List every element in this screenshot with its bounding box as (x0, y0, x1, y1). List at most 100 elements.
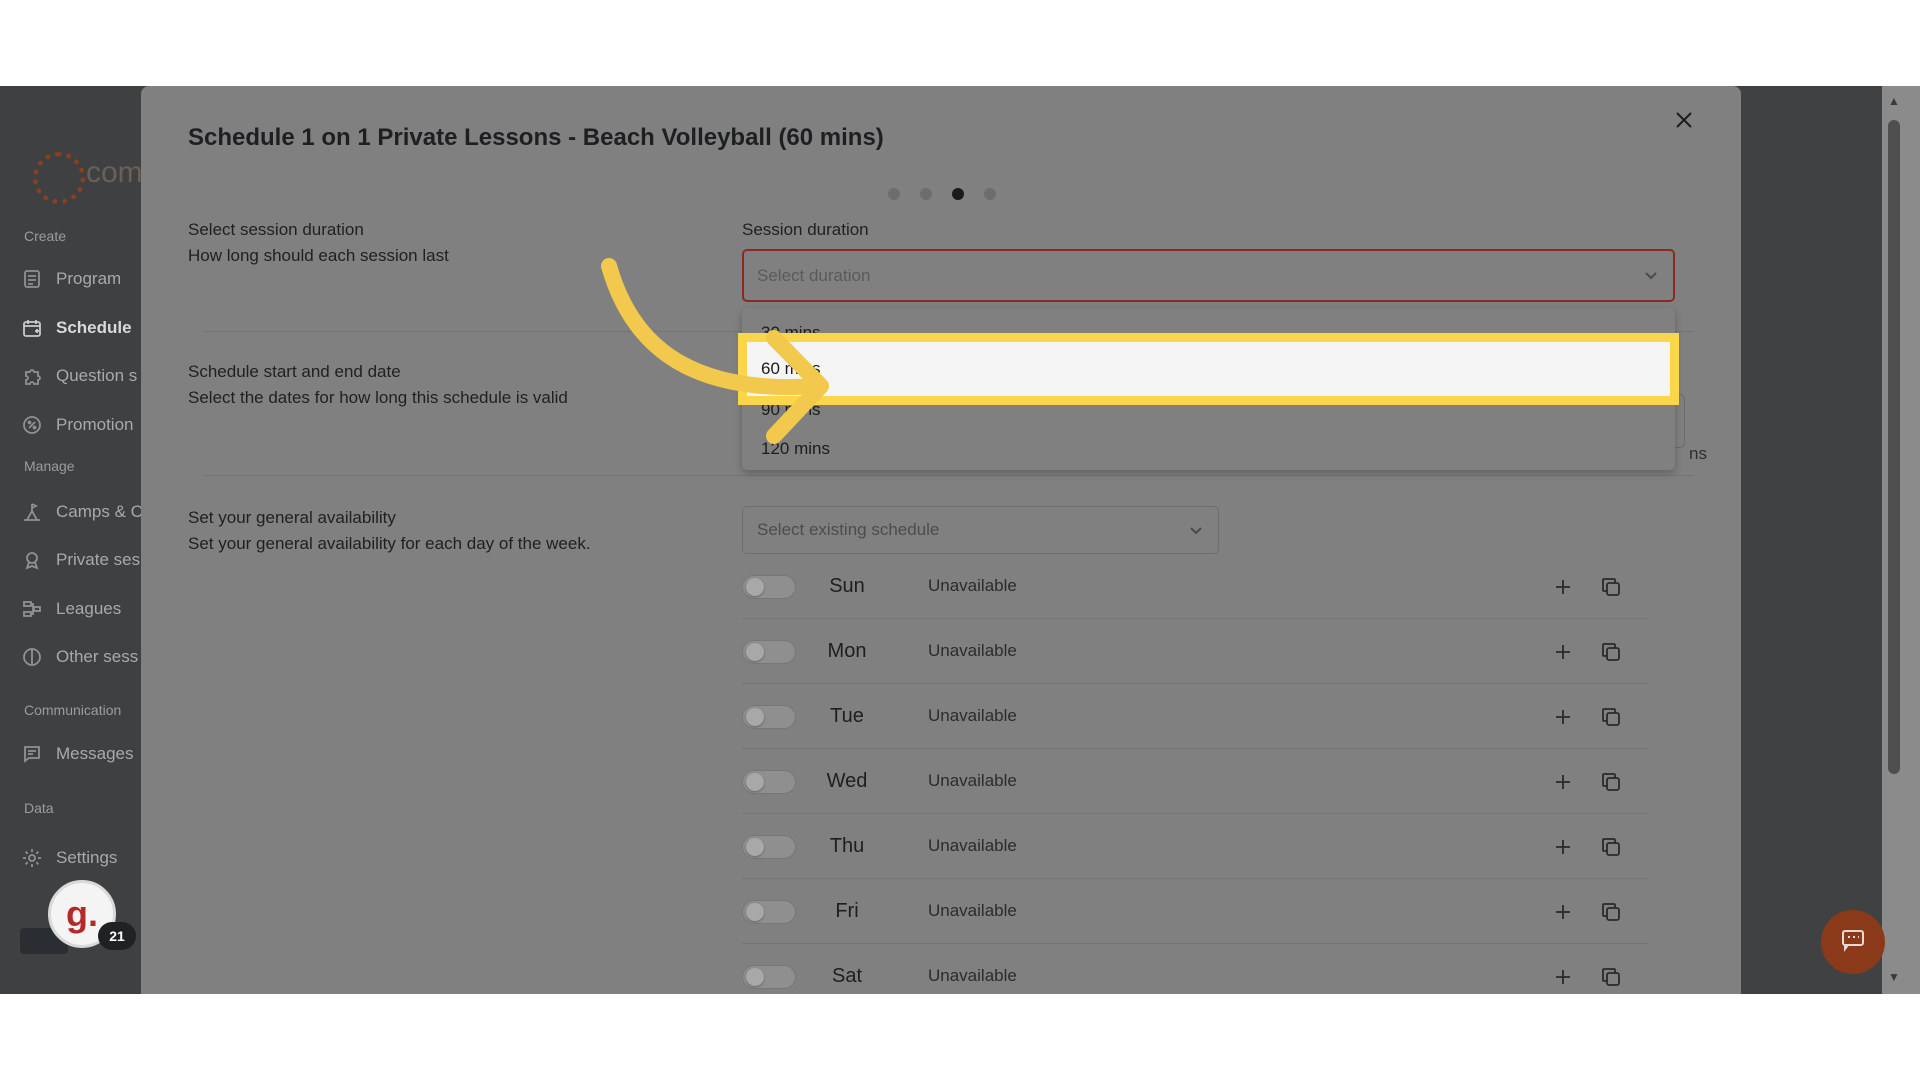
sidebar-item-promotion[interactable]: Promotion (22, 410, 133, 440)
day-status: Unavailable (928, 901, 1017, 920)
day-toggle[interactable] (742, 575, 796, 599)
chat-button[interactable] (1821, 910, 1885, 974)
sidebar-item-leagues[interactable]: Leagues (22, 594, 121, 624)
copy-icon[interactable] (1599, 770, 1623, 794)
scroll-up-icon[interactable]: ▲ (1888, 94, 1900, 108)
sidebar-item-messages[interactable]: Messages (22, 739, 133, 769)
sidebar-item-label: Promotion (56, 415, 134, 434)
logo-icon (33, 152, 85, 204)
session-duration-label: Session duration (742, 220, 869, 239)
session-duration-select[interactable]: Select duration (742, 249, 1675, 302)
copy-icon[interactable] (1599, 965, 1623, 989)
plus-icon[interactable] (1551, 575, 1575, 599)
sidebar-item-other-sessions[interactable]: Other sess (22, 642, 138, 672)
chevron-down-icon (1643, 267, 1659, 283)
day-label: Fri (835, 900, 859, 922)
sidebar-item-label: Leagues (56, 599, 122, 618)
sidebar-item-questions[interactable]: Question s (22, 361, 137, 391)
day-toggle[interactable] (742, 770, 796, 794)
sidebar-item-private-sessions[interactable]: Private ses (22, 545, 140, 575)
percent-icon (22, 415, 42, 435)
sidebar-item-label: Messages (56, 744, 134, 763)
sidebar-item-label: Camps & C (56, 502, 141, 521)
day-row-tue: Tue Unavailable (742, 685, 1648, 749)
row-divider (742, 878, 1648, 879)
plus-icon[interactable] (1551, 965, 1575, 989)
calendar-icon (22, 318, 42, 338)
duration-option-60[interactable]: 60 mins (738, 333, 1679, 405)
step-dot[interactable] (888, 188, 900, 200)
sidebar-item-label: Schedule (56, 318, 132, 337)
divider (204, 475, 1694, 476)
sidebar-item-label: Question s (56, 366, 138, 385)
day-toggle[interactable] (742, 640, 796, 664)
day-toggle[interactable] (742, 965, 796, 989)
puzzle-icon (22, 366, 42, 386)
existing-schedule-select[interactable]: Select existing schedule (742, 506, 1219, 554)
day-status: Unavailable (928, 641, 1017, 660)
day-toggle[interactable] (742, 705, 796, 729)
app-background: com Create Program Schedule Question s P… (0, 86, 1920, 994)
day-status: Unavailable (928, 771, 1017, 790)
existing-schedule-placeholder: Select existing schedule (757, 520, 940, 539)
row-divider (742, 683, 1648, 684)
copy-icon[interactable] (1599, 835, 1623, 859)
sidebar-item-label: Program (56, 269, 122, 288)
day-row-thu: Thu Unavailable (742, 815, 1648, 879)
date-section-subtitle: Select the dates for how long this sched… (188, 388, 568, 407)
step-dot[interactable] (920, 188, 932, 200)
day-toggle[interactable] (742, 900, 796, 924)
logo-text: com (86, 156, 141, 189)
duration-section-title: Select session duration (188, 220, 364, 239)
copy-icon[interactable] (1599, 900, 1623, 924)
bracket-icon (22, 599, 42, 619)
day-label: Mon (827, 640, 867, 662)
availability-section-subtitle: Set your general availability for each d… (188, 534, 591, 553)
step-dot[interactable] (984, 188, 996, 200)
sidebar-item-settings[interactable]: Settings (22, 843, 117, 873)
copy-icon[interactable] (1599, 575, 1623, 599)
modal-title: Schedule 1 on 1 Private Lessons - Beach … (188, 124, 884, 151)
sidebar: com Create Program Schedule Question s P… (0, 86, 141, 994)
plus-icon[interactable] (1551, 705, 1575, 729)
section-communication: Communication (24, 702, 122, 718)
sidebar-item-camps[interactable]: Camps & C (22, 497, 141, 527)
day-toggle[interactable] (742, 835, 796, 859)
day-label: Tue (830, 705, 864, 727)
section-data: Data (24, 800, 54, 816)
sidebar-item-label: Settings (56, 848, 118, 867)
message-icon (22, 744, 42, 764)
day-label: Sat (831, 965, 863, 987)
availability-section-title: Set your general availability (188, 508, 396, 527)
day-label: Sun (829, 575, 865, 597)
tutorial-arrow-icon (601, 258, 829, 444)
day-row-sat: Sat Unavailable (742, 945, 1648, 994)
step-dot-current[interactable] (952, 188, 964, 200)
sidebar-item-label: Other sess (56, 647, 139, 666)
camp-icon (22, 502, 42, 522)
date-section-title: Schedule start and end date (188, 362, 401, 381)
scrollbar-thumb[interactable] (1888, 120, 1900, 774)
plus-icon[interactable] (1551, 900, 1575, 924)
plus-icon[interactable] (1551, 640, 1575, 664)
duration-section-subtitle: How long should each session last (188, 246, 449, 265)
row-divider (742, 943, 1648, 944)
day-label: Thu (829, 835, 865, 857)
award-icon (22, 550, 42, 570)
close-icon[interactable] (1672, 108, 1696, 132)
day-status: Unavailable (928, 836, 1017, 855)
circle-half-icon (22, 647, 42, 667)
schedule-modal: Schedule 1 on 1 Private Lessons - Beach … (141, 86, 1741, 994)
day-status: Unavailable (928, 966, 1017, 985)
notification-badge: 21 (98, 922, 136, 950)
section-manage: Manage (24, 458, 75, 474)
program-icon (22, 269, 42, 289)
day-status: Unavailable (928, 706, 1017, 725)
sidebar-item-schedule[interactable]: Schedule (22, 313, 132, 343)
sidebar-item-program[interactable]: Program (22, 264, 121, 294)
copy-icon[interactable] (1599, 640, 1623, 664)
copy-icon[interactable] (1599, 705, 1623, 729)
plus-icon[interactable] (1551, 835, 1575, 859)
scroll-down-icon[interactable]: ▼ (1888, 970, 1900, 984)
plus-icon[interactable] (1551, 770, 1575, 794)
